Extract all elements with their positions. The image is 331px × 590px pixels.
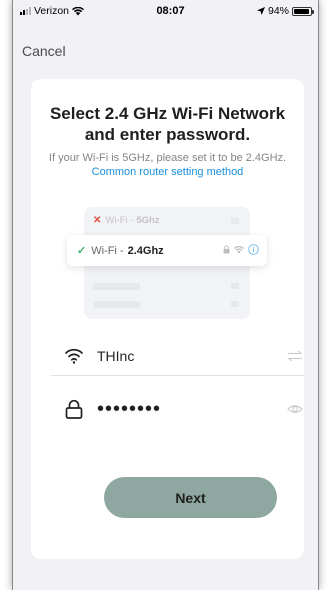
switch-network-icon[interactable]	[286, 348, 304, 364]
subtitle: If your Wi-Fi is 5GHz, please set it to …	[45, 151, 290, 179]
x-icon: ✕	[93, 215, 102, 226]
status-left: Verizon	[20, 5, 85, 17]
battery-icon	[292, 6, 314, 16]
show-password-eye-icon[interactable]	[286, 401, 304, 417]
row-24ghz-band: 2.4Ghz	[127, 244, 164, 257]
illustration-placeholder-row-1	[93, 283, 241, 291]
network-icons	[223, 244, 259, 255]
router-settings-link[interactable]: Common router setting method	[92, 166, 244, 178]
row-24ghz-prefix: Wi-Fi -	[91, 244, 124, 257]
battery-percent: 94%	[267, 5, 289, 17]
placeholder-icon	[231, 283, 239, 289]
wifi-icon	[65, 348, 83, 364]
wifi-name-value: THInc	[97, 347, 135, 364]
next-button[interactable]: Next	[104, 477, 277, 518]
info-icon	[248, 244, 259, 255]
placeholder-bar	[93, 283, 140, 290]
title-line-2: and enter password.	[84, 125, 251, 144]
page-title: Select 2.4 GHz Wi-Fi Network and enter p…	[31, 103, 304, 145]
wifi-signal-icon	[234, 245, 244, 253]
placeholder-icon	[231, 301, 239, 307]
illustration-row-5ghz: ✕ Wi-Fi - 5Ghz	[93, 213, 241, 228]
setup-card: Select 2.4 GHz Wi-Fi Network and enter p…	[31, 79, 304, 559]
wifi-status-icon	[72, 6, 85, 15]
subtitle-text: If your Wi-Fi is 5GHz, please set it to …	[48, 152, 287, 164]
cancel-button[interactable]: Cancel	[22, 43, 66, 59]
illustration-row-24ghz: ✓ Wi-Fi - 2.4Ghz	[67, 235, 267, 266]
status-right: 94%	[256, 5, 314, 17]
status-time: 08:07	[156, 5, 185, 17]
signal-icon	[20, 7, 31, 15]
status-bar: Verizon 08:07 94%	[13, 0, 318, 22]
password-field[interactable]: ••••••••	[51, 389, 304, 429]
phone-screen: Verizon 08:07 94% Cancel Select 2.4 GHz …	[12, 0, 319, 590]
placeholder-icon	[231, 217, 239, 224]
battery-fill	[294, 8, 310, 14]
row-5ghz-band: 5Ghz	[136, 215, 160, 226]
row-5ghz-prefix: Wi-Fi -	[105, 215, 134, 226]
lock-icon	[65, 399, 83, 419]
carrier-label: Verizon	[34, 5, 70, 17]
password-value: ••••••••	[97, 398, 162, 420]
location-arrow-icon	[256, 7, 265, 15]
check-icon: ✓	[77, 245, 87, 257]
lock-icon	[223, 245, 230, 254]
placeholder-bar	[93, 301, 140, 308]
wifi-name-field[interactable]: THInc	[51, 336, 304, 376]
title-line-1: Select 2.4 GHz Wi-Fi Network	[49, 104, 286, 123]
illustration-placeholder-row-2	[93, 301, 241, 309]
